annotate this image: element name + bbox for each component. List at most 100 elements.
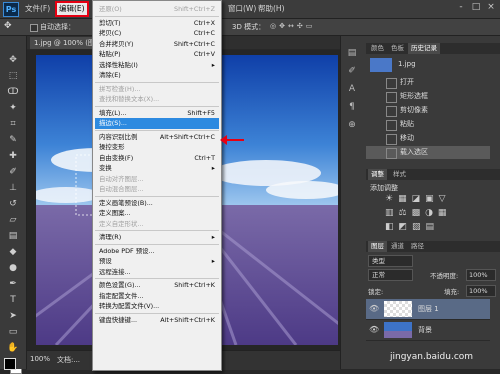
menu-item[interactable]: 清理(R) ▸ [95,232,219,243]
clone-source-panel-icon[interactable]: ⊕ [345,120,359,132]
menu-item[interactable]: 变换 ▸ [95,163,219,174]
menu-item-label: 自动混合图层... [99,185,144,193]
menu-item[interactable]: 预设 ▸ [95,256,219,267]
maximize-icon[interactable]: □ [470,1,482,13]
healing-brush-tool-icon[interactable]: ✚ [6,150,20,162]
brush-tool-icon[interactable]: ✐ [6,166,20,178]
history-item[interactable]: 矩形选框 [366,90,490,103]
marquee-tool-icon[interactable]: ⬚ [6,70,20,82]
blend-mode-select[interactable]: 正常 [368,269,413,281]
tab-history[interactable]: 历史记录 [408,43,440,54]
clone-stamp-tool-icon[interactable]: ⊥ [6,182,20,194]
menu-item[interactable]: 合并拷贝(Y) Shift+Ctrl+C [95,39,219,50]
menu-separator [95,230,219,231]
brush-panel-icon[interactable]: ✐ [345,66,359,78]
tab-layers[interactable]: 图层 [368,241,387,252]
layer-name[interactable]: 背景 [418,325,432,335]
tab-swatches[interactable]: 色板 [388,43,407,54]
menu-item-shortcut: Alt+Shift+Ctrl+K [160,315,215,324]
lasso-tool-icon[interactable]: ↀ [6,86,20,98]
menu-item: 还原(O) Shift+Ctrl+Z [95,4,219,15]
history-item[interactable]: 剪切像素 [366,104,490,117]
menu-item[interactable]: 内容识别比例 Alt+Shift+Ctrl+C [95,132,219,143]
menu-help[interactable]: 帮助(H) [258,3,285,15]
menu-item[interactable]: 键盘快捷键... Alt+Shift+Ctrl+K [95,315,219,326]
crop-tool-icon[interactable]: ⌗ [6,118,20,130]
menu-item[interactable]: 定义画笔预设(B)... [95,198,219,209]
hand-tool-icon[interactable]: ✋ [6,342,20,354]
foreground-color-swatch[interactable] [4,358,16,370]
shape-tool-icon[interactable]: ▭ [6,326,20,338]
tab-channels[interactable]: 通道 [388,241,407,252]
eye-icon[interactable]: 👁 [369,325,379,334]
history-item[interactable]: 打开 [366,76,490,89]
menu-item-label: 转换为配置文件(V)... [99,302,160,310]
eyedropper-tool-icon[interactable]: ✎ [6,134,20,146]
menu-item[interactable]: 远程连接... [95,267,219,278]
menu-item[interactable]: 剪切(T) Ctrl+X [95,18,219,29]
layer-row-active[interactable]: 👁 图层 1 [366,299,490,320]
layer-name[interactable]: 图层 1 [418,304,439,314]
submenu-arrow-icon: ▸ [211,233,215,241]
history-panel-icon[interactable]: ▤ [345,48,359,60]
tab-paths[interactable]: 路径 [408,241,427,252]
menu-item[interactable]: 转换为配置文件(V)... [95,301,219,312]
menu-item[interactable]: 操控变形 [95,142,219,153]
history-brush-tool-icon[interactable]: ↺ [6,198,20,210]
menu-item[interactable]: 颜色设置(G)... Shift+Ctrl+K [95,280,219,291]
history-item-active[interactable]: 载入选区 [366,146,490,159]
menu-item[interactable]: 指定配置文件... [95,291,219,302]
snapshot-name[interactable]: 1.jpg [398,60,416,68]
history-item[interactable]: 粘贴 [366,118,490,131]
menu-item[interactable]: 填充(L)... Shift+F5 [95,108,219,119]
menu-item[interactable]: 粘贴(P) Ctrl+V [95,49,219,60]
adjustment-icons-row1[interactable]: ☀▦◪▣▽ [385,194,451,204]
menu-file[interactable]: 文件(F) [25,3,50,15]
eraser-tool-icon[interactable]: ▱ [6,214,20,226]
magic-wand-tool-icon[interactable]: ✦ [6,102,20,114]
eye-icon[interactable]: 👁 [369,304,379,313]
tab-color[interactable]: 颜色 [368,43,387,54]
character-panel-icon[interactable]: A [345,84,359,96]
menu-window[interactable]: 窗口(W) [228,3,256,15]
adjustment-icons-row2[interactable]: ▥⚖▩◑▦ [385,208,451,218]
menu-item[interactable]: 定义图案... [95,208,219,219]
menu-item-label: 自由变换(F) [99,153,134,162]
layer-kind-filter[interactable]: 类型 [368,255,413,267]
gradient-tool-icon[interactable]: ▤ [6,230,20,242]
menu-edit[interactable]: 编辑(E) [55,1,89,17]
adjustment-icons-row3[interactable]: ◧◩▨▤ [385,222,439,232]
menu-item[interactable]: 自由变换(F) Ctrl+T [95,153,219,164]
menu-separator [95,81,219,83]
path-selection-tool-icon[interactable]: ➤ [6,310,20,322]
layer-row[interactable]: 👁 背景 [366,320,490,341]
3d-mode-icons[interactable]: ◎✥↔✣▭ [270,22,330,32]
opacity-input[interactable]: 100% [466,269,496,281]
auto-select-checkbox[interactable] [30,24,38,32]
fill-input[interactable]: 100% [466,285,496,297]
menu-item[interactable]: 拷贝(C) Ctrl+C [95,28,219,39]
tab-styles[interactable]: 样式 [390,169,409,180]
close-icon[interactable]: × [485,1,497,13]
menu-item-label: 剪切(T) [99,18,121,27]
menu-separator [95,243,219,245]
history-item[interactable]: 移动 [366,132,490,145]
minimize-icon[interactable]: - [455,1,467,13]
paragraph-panel-icon[interactable]: ¶ [345,102,359,114]
menu-item[interactable]: Adobe PDF 预设... [95,246,219,257]
menu-item-label: 查找和替换文本(X)... [99,95,160,103]
tab-adjustments[interactable]: 调整 [368,169,387,180]
blur-tool-icon[interactable]: ◆ [6,246,20,258]
dodge-tool-icon[interactable]: ● [6,262,20,274]
menu-item-label: 自动对齐图层... [99,174,144,183]
history-panel-tabs: 颜色 色板 历史记录 [366,43,500,54]
menu-item[interactable]: 清除(E) [95,70,219,81]
move-tool-icon[interactable]: ✥ [6,54,20,66]
menu-item[interactable]: 选择性粘贴(I) ▸ [95,60,219,71]
type-tool-icon[interactable]: T [6,294,20,306]
add-adjustment-title: 添加调整 [370,184,398,192]
menu-separator [95,105,219,107]
pen-tool-icon[interactable]: ✒ [6,278,20,290]
zoom-level[interactable]: 100% [30,355,50,363]
menu-item-stroke[interactable]: 描边(S)... [95,118,219,129]
